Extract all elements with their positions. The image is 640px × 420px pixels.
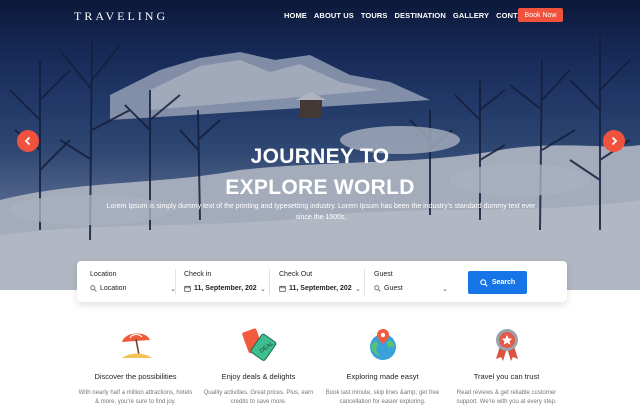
- checkin-date-input[interactable]: 11, September, 202: [194, 285, 257, 292]
- award-ribbon-icon: [496, 329, 518, 361]
- nav-tours[interactable]: TOURS: [361, 11, 388, 20]
- guest-select[interactable]: Guest: [384, 285, 403, 292]
- checkout-label: Check Out: [279, 271, 313, 278]
- location-field[interactable]: Location Location ⌄: [90, 261, 176, 302]
- feature-description: Read reviews & get reliable customer sup…: [456, 390, 557, 405]
- nav-home[interactable]: HOME: [284, 11, 307, 20]
- hero-title-line2: EXPLORE WORLD: [225, 176, 415, 199]
- main-menu: HOME ABOUT US TOURS DESTINATION GALLERY …: [284, 11, 533, 20]
- location-label: Location: [90, 271, 117, 278]
- feature-title: Travel you can trust: [473, 372, 540, 381]
- divider: [364, 269, 365, 295]
- divider: [269, 269, 270, 295]
- guest-value-row: Guest: [374, 285, 403, 292]
- search-button-label: Search: [491, 279, 516, 286]
- checkout-date-input[interactable]: 11, September, 202: [289, 285, 352, 292]
- location-value-row: Location: [90, 285, 126, 292]
- nav-destination[interactable]: DESTINATION: [395, 11, 446, 20]
- guest-field[interactable]: Guest Guest ⌄: [374, 261, 452, 302]
- guest-label: Guest: [374, 271, 393, 278]
- search-button[interactable]: Search: [468, 271, 527, 294]
- feature-description: Book last minute, skip lines &amp; get f…: [325, 390, 440, 405]
- checkin-label: Check in: [184, 271, 212, 278]
- hero-description: Lorem Ipsum is simply dummy text of the …: [106, 203, 536, 221]
- price-tags-icon: DEAL: [242, 328, 277, 361]
- checkout-field[interactable]: Check Out 11, September, 202 ⌄: [279, 261, 364, 302]
- feature-description: Quality activities. Great prices. Plus, …: [203, 390, 314, 405]
- book-now-button[interactable]: Book Now: [518, 8, 563, 22]
- beach-umbrella-icon: [122, 333, 152, 358]
- search-icon: [374, 285, 381, 292]
- nav-about-us[interactable]: ABOUT US: [314, 11, 354, 20]
- top-navbar: TRAVELING HOME ABOUT US TOURS DESTINATIO…: [0, 0, 640, 30]
- checkin-value-row: 11, September, 202: [184, 285, 258, 292]
- hero-banner: TRAVELING HOME ABOUT US TOURS DESTINATIO…: [0, 0, 640, 290]
- site-logo[interactable]: TRAVELING: [74, 9, 168, 24]
- nav-gallery[interactable]: GALLERY: [453, 11, 489, 20]
- feature-title: Exploring made easyt: [346, 372, 419, 381]
- feature-title: Enjoy deals & delights: [221, 372, 296, 381]
- location-select[interactable]: Location: [100, 285, 126, 292]
- divider: [175, 269, 176, 295]
- feature-description: With nearly half a million attractions, …: [78, 390, 193, 405]
- chevron-down-icon: ⌄: [355, 286, 361, 293]
- feature-title: Discover the possibilities: [94, 372, 177, 381]
- search-icon: [90, 285, 97, 292]
- calendar-icon: [184, 285, 191, 292]
- checkin-field[interactable]: Check in 11, September, 202 ⌄: [184, 261, 269, 302]
- hero-title-line1: JOURNEY TO: [250, 145, 390, 168]
- booking-search-bar: Location Location ⌄ Check in 11, Septemb…: [77, 261, 567, 302]
- features-section: Discover the possibilities With nearly h…: [74, 322, 568, 420]
- checkout-value-row: 11, September, 202: [279, 285, 353, 292]
- chevron-down-icon: ⌄: [442, 286, 448, 293]
- calendar-icon: [279, 285, 286, 292]
- search-icon: [480, 278, 488, 287]
- chevron-down-icon: ⌄: [260, 286, 266, 293]
- globe-pin-icon: [370, 329, 396, 360]
- hero-title: JOURNEY TO EXPLORE WORLD: [0, 141, 640, 203]
